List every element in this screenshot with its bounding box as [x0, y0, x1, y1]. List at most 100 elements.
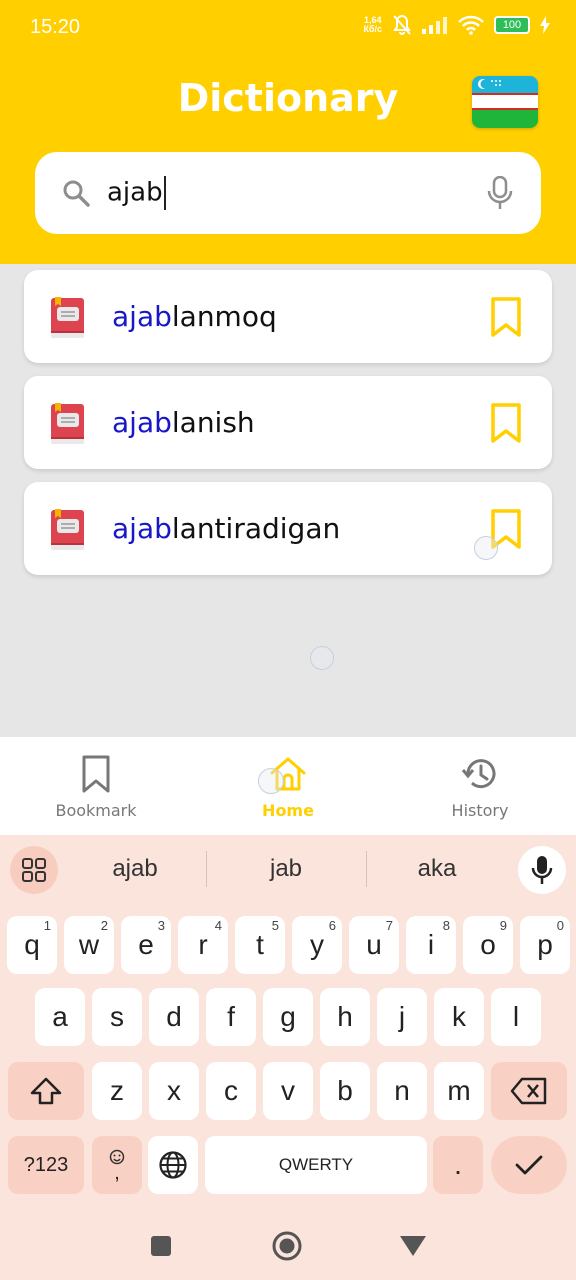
- key-a[interactable]: a: [35, 988, 85, 1046]
- key-number-hint: 9: [499, 918, 507, 933]
- key-n[interactable]: n: [377, 1062, 427, 1120]
- key-number-hint: 5: [271, 918, 279, 933]
- key-label: h: [337, 1001, 353, 1032]
- text-caret: [163, 176, 166, 210]
- result-word: ajablanish: [112, 406, 255, 439]
- key-label: q: [24, 929, 40, 960]
- bookmark-icon[interactable]: [490, 297, 522, 337]
- key-g[interactable]: g: [263, 988, 313, 1046]
- key-v[interactable]: v: [263, 1062, 313, 1120]
- key-u[interactable]: u7: [349, 916, 399, 974]
- bookmark-icon[interactable]: [490, 403, 522, 443]
- backspace-key[interactable]: [491, 1062, 567, 1120]
- key-label: g: [280, 1001, 296, 1032]
- nav-home[interactable]: Home: [218, 755, 358, 820]
- touch-indicator: [474, 536, 498, 560]
- key-j[interactable]: j: [377, 988, 427, 1046]
- key-label: a: [52, 1001, 68, 1032]
- result-word: ajablantiradigan: [112, 512, 340, 545]
- key-number-hint: 1: [43, 918, 51, 933]
- book-icon: [51, 509, 84, 550]
- key-t[interactable]: t5: [235, 916, 285, 974]
- key-h[interactable]: h: [320, 988, 370, 1046]
- key-f[interactable]: f: [206, 988, 256, 1046]
- touch-indicator: [310, 646, 334, 670]
- symbols-key[interactable]: ?123: [8, 1136, 84, 1194]
- key-l[interactable]: l: [491, 988, 541, 1046]
- key-label: w: [78, 929, 100, 960]
- key-number-hint: 3: [157, 918, 165, 933]
- keyboard-menu-button[interactable]: [10, 846, 58, 894]
- result-item[interactable]: ajablanmoq: [24, 270, 552, 363]
- mute-icon: [393, 14, 411, 35]
- language-flag-button[interactable]: [472, 76, 538, 128]
- search-input-value: ajab: [107, 177, 163, 208]
- key-z[interactable]: z: [92, 1062, 142, 1120]
- suggestion-1[interactable]: ajab: [75, 855, 195, 883]
- key-m[interactable]: m: [434, 1062, 484, 1120]
- key-c[interactable]: c: [206, 1062, 256, 1120]
- result-word-rest: lantiradigan: [171, 512, 341, 545]
- mic-icon[interactable]: [487, 176, 513, 210]
- key-number-hint: 4: [214, 918, 222, 933]
- globe-icon: [159, 1151, 187, 1179]
- voice-input-button[interactable]: [518, 846, 566, 894]
- key-d[interactable]: d: [149, 988, 199, 1046]
- period-key[interactable]: .: [433, 1136, 483, 1194]
- key-e[interactable]: e3: [121, 916, 171, 974]
- nav-history[interactable]: History: [410, 755, 550, 820]
- result-item[interactable]: ajablantiradigan: [24, 482, 552, 575]
- status-icons: 1,64 Кб/с 100: [363, 14, 550, 36]
- key-number-hint: 6: [328, 918, 336, 933]
- grid-icon: [22, 858, 46, 882]
- back-icon[interactable]: [399, 1234, 427, 1258]
- search-bar[interactable]: ajab: [35, 152, 541, 234]
- key-r[interactable]: r4: [178, 916, 228, 974]
- key-b[interactable]: b: [320, 1062, 370, 1120]
- key-number-hint: 0: [556, 918, 564, 933]
- emoji-comma-key[interactable]: ,: [92, 1136, 142, 1194]
- uzbekistan-flag-icon: [472, 76, 538, 93]
- enter-key[interactable]: [491, 1136, 567, 1194]
- suggestion-divider: [366, 851, 367, 887]
- key-p[interactable]: p0: [520, 916, 570, 974]
- key-s[interactable]: s: [92, 988, 142, 1046]
- space-key[interactable]: QWERTY: [205, 1136, 427, 1194]
- suggestion-3[interactable]: aka: [377, 855, 497, 883]
- nav-home-label: Home: [262, 801, 314, 820]
- key-label: s: [110, 1001, 124, 1032]
- suggestion-2[interactable]: jab: [226, 855, 346, 883]
- key-i[interactable]: i8: [406, 916, 456, 974]
- key-q[interactable]: q1: [7, 916, 57, 974]
- result-item[interactable]: ajablanish: [24, 376, 552, 469]
- recents-icon[interactable]: [149, 1234, 173, 1258]
- result-word-rest: lanish: [171, 406, 255, 439]
- language-key[interactable]: [148, 1136, 198, 1194]
- key-number-hint: 8: [442, 918, 450, 933]
- key-label: z: [110, 1075, 124, 1106]
- nav-history-label: History: [451, 801, 509, 820]
- bottom-navigation: Bookmark Home History: [0, 737, 576, 835]
- search-input[interactable]: ajab: [107, 176, 166, 210]
- book-icon: [51, 403, 84, 444]
- key-y[interactable]: y6: [292, 916, 342, 974]
- key-x[interactable]: x: [149, 1062, 199, 1120]
- key-k[interactable]: k: [434, 988, 484, 1046]
- key-w[interactable]: w2: [64, 916, 114, 974]
- key-label: n: [394, 1075, 410, 1106]
- shift-key[interactable]: [8, 1062, 84, 1120]
- status-bar: 15:20 1,64 Кб/с 100: [0, 0, 576, 58]
- suggestion-divider: [206, 851, 207, 887]
- result-word-match: ajab: [112, 406, 172, 439]
- nav-bookmark[interactable]: Bookmark: [26, 755, 166, 820]
- key-label: l: [512, 1001, 520, 1032]
- key-o[interactable]: o9: [463, 916, 513, 974]
- key-label: t: [256, 929, 264, 960]
- wifi-icon: [458, 15, 484, 35]
- comma-label: ,: [114, 1162, 120, 1184]
- signal-icon: [422, 17, 447, 34]
- home-circle-icon[interactable]: [271, 1230, 303, 1262]
- shift-icon: [30, 1077, 62, 1105]
- key-label: b: [337, 1075, 353, 1106]
- touch-indicator: [258, 768, 284, 794]
